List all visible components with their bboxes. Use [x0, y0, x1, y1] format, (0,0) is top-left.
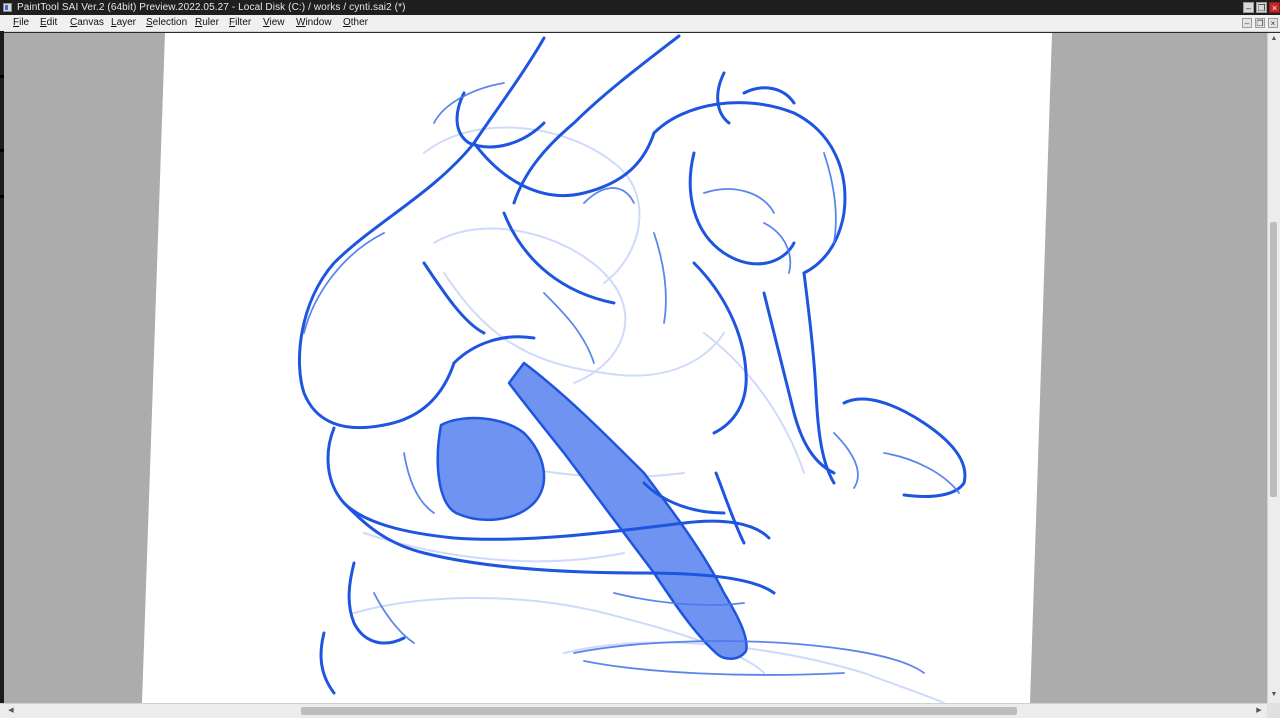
menu-layer[interactable]: Layer	[111, 15, 136, 31]
menu-other[interactable]: Other	[343, 15, 368, 31]
app-icon[interactable]	[3, 3, 12, 12]
vertical-scrollbar[interactable]: ▲ ▼	[1267, 33, 1280, 703]
menu-ruler[interactable]: Ruler	[195, 15, 219, 31]
menu-window[interactable]: Window	[296, 15, 332, 31]
menu-file[interactable]: File	[13, 15, 29, 31]
menu-canvas[interactable]: Canvas	[70, 15, 104, 31]
restore-button[interactable]: ❐	[1256, 2, 1267, 13]
doc-minimize-button[interactable]: –	[1242, 18, 1252, 28]
menu-view[interactable]: View	[263, 15, 285, 31]
canvas-view[interactable]	[4, 33, 1267, 703]
scroll-corner	[1267, 703, 1280, 718]
window-title: PaintTool SAI Ver.2 (64bit) Preview.2022…	[17, 2, 406, 13]
scroll-up-arrow-icon[interactable]: ▲	[1269, 35, 1279, 42]
paper-sheet	[142, 33, 1052, 703]
horizontal-scrollbar[interactable]: ◀ ▶	[0, 703, 1280, 718]
vertical-scroll-thumb[interactable]	[1270, 222, 1277, 497]
menu-bar: File Edit Canvas Layer Selection Ruler F…	[0, 15, 1280, 32]
doc-close-button[interactable]: ×	[1268, 18, 1278, 28]
scroll-right-arrow-icon[interactable]: ▶	[1254, 706, 1264, 714]
canvas-workspace[interactable]	[4, 33, 1267, 703]
menu-selection[interactable]: Selection	[146, 15, 187, 31]
scroll-down-arrow-icon[interactable]: ▼	[1269, 691, 1279, 698]
minimize-button[interactable]: –	[1243, 2, 1254, 13]
title-bar: PaintTool SAI Ver.2 (64bit) Preview.2022…	[0, 0, 1280, 15]
scroll-left-arrow-icon[interactable]: ◀	[6, 706, 16, 714]
menu-filter[interactable]: Filter	[229, 15, 251, 31]
menu-edit[interactable]: Edit	[40, 15, 57, 31]
close-button[interactable]: ×	[1269, 2, 1280, 13]
horizontal-scroll-thumb[interactable]	[301, 707, 1017, 715]
doc-restore-button[interactable]: ❐	[1255, 18, 1265, 28]
